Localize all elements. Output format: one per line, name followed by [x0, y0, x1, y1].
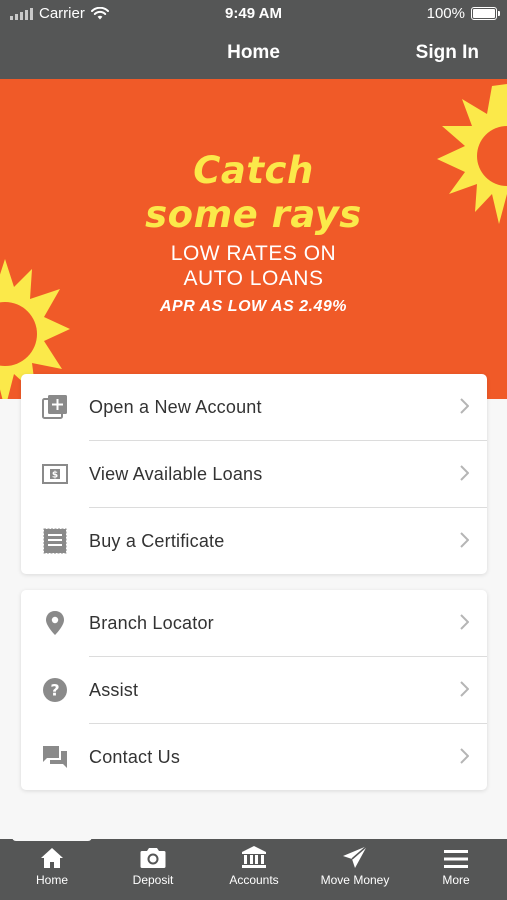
svg-text:?: ?	[50, 681, 59, 700]
top-bar: Carrier 9:49 AM 100% Home Sign In	[0, 0, 507, 79]
item-label: Branch Locator	[89, 612, 214, 633]
chevron-right-icon	[460, 614, 469, 630]
help-icon: ?	[42, 677, 68, 703]
banner-apr: APR AS LOW AS 2.49%	[159, 298, 347, 315]
add-account-icon	[42, 394, 68, 420]
tab-bar: Home Deposit Accounts Move Money More	[0, 839, 507, 900]
chevron-right-icon	[460, 398, 469, 414]
tab-more[interactable]: More	[426, 839, 486, 900]
tab-deposit[interactable]: Deposit	[118, 839, 188, 900]
camera-icon	[140, 848, 166, 868]
tab-move-money[interactable]: Move Money	[315, 839, 395, 900]
tab-label: More	[442, 873, 470, 887]
menu-icon	[444, 850, 468, 868]
tab-label: Accounts	[229, 873, 279, 887]
certificate-icon	[42, 528, 68, 554]
buy-certificate-item[interactable]: Buy a Certificate	[21, 508, 487, 574]
status-bar: Carrier 9:49 AM 100%	[0, 0, 507, 30]
battery-icon	[471, 7, 500, 20]
tab-accounts[interactable]: Accounts	[219, 839, 289, 900]
send-icon	[343, 845, 368, 868]
accounts-card: Open a New Account $ View Available Loan…	[21, 374, 487, 574]
banner-subhead-2: AUTO LOANS	[183, 267, 324, 290]
banner-subhead-1: LOW RATES ON	[170, 242, 337, 265]
item-label: Open a New Account	[89, 396, 262, 417]
chat-icon	[42, 744, 68, 770]
map-pin-icon	[42, 610, 68, 636]
tab-home[interactable]: Home	[22, 839, 82, 900]
branch-locator-item[interactable]: Branch Locator	[21, 590, 487, 656]
support-card: Branch Locator ? Assist Contact Us	[21, 590, 487, 790]
open-new-account-item[interactable]: Open a New Account	[21, 374, 487, 440]
tab-notch	[12, 833, 92, 841]
tab-label: Move Money	[320, 873, 390, 887]
item-label: Buy a Certificate	[89, 530, 225, 551]
money-bill-icon: $	[42, 461, 68, 487]
bank-icon	[242, 846, 266, 868]
chevron-right-icon	[460, 681, 469, 697]
contact-us-item[interactable]: Contact Us	[21, 724, 487, 790]
sign-in-button[interactable]: Sign In	[416, 42, 479, 64]
item-label: Assist	[89, 679, 139, 700]
view-available-loans-item[interactable]: $ View Available Loans	[21, 441, 487, 507]
tab-label: Home	[35, 873, 68, 887]
tab-label: Deposit	[132, 873, 174, 887]
banner-headline-2: some rays	[145, 193, 362, 236]
assist-item[interactable]: ? Assist	[21, 657, 487, 723]
chevron-right-icon	[460, 465, 469, 481]
promo-banner[interactable]: Catch some rays LOW RATES ON AUTO LOANS …	[0, 79, 507, 399]
item-label: View Available Loans	[89, 463, 263, 484]
item-label: Contact Us	[89, 746, 181, 767]
home-icon	[41, 848, 63, 868]
chevron-right-icon	[460, 748, 469, 764]
banner-headline-1: Catch	[193, 149, 314, 192]
svg-text:$: $	[52, 471, 58, 481]
battery-percent: 100%	[426, 5, 465, 22]
chevron-right-icon	[460, 532, 469, 548]
